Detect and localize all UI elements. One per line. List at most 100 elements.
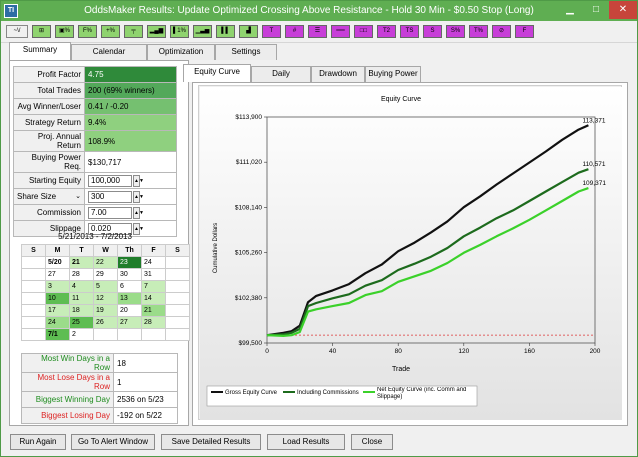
w-zigzag-icon[interactable]: ~\/ — [6, 25, 28, 38]
calendar-empty-cell — [165, 304, 190, 317]
commission-input[interactable]: 7.00 — [88, 206, 132, 219]
chevron-down-icon: ⌄ — [75, 193, 81, 200]
share-size-spinner[interactable]: ▲▼ — [133, 190, 144, 203]
calendar-day-cell[interactable]: 21 — [141, 304, 166, 317]
hz-icon[interactable]: ══ — [331, 25, 350, 38]
calendar-day-cell[interactable]: 27 — [45, 268, 70, 281]
close-button[interactable]: Close — [351, 434, 393, 450]
bar-chart-icon[interactable]: ▂▄▆ — [147, 25, 166, 38]
chart-legend: Gross Equity Curve Including Commissions… — [206, 385, 478, 407]
calendar-day-cell[interactable]: 23 — [117, 256, 142, 269]
calendar-day-cell[interactable]: 7/1 — [45, 328, 70, 341]
t-percent-icon[interactable]: T% — [469, 25, 488, 38]
step-up-icon[interactable]: ▟ — [239, 25, 258, 38]
t-icon[interactable]: T — [262, 25, 281, 38]
save-detailed-results-button[interactable]: Save Detailed Results — [161, 434, 261, 450]
tab-optimization[interactable]: Optimization — [147, 44, 215, 60]
t2-icon[interactable]: T2 — [377, 25, 396, 38]
y-tick-label: $113,900 — [235, 114, 262, 121]
calendar-day-cell[interactable]: 24 — [45, 316, 70, 329]
stat-value: 200 (69% winners) — [84, 82, 177, 99]
window-title: OddsMaker Results: Update Optimized Cros… — [84, 5, 534, 16]
percent-icon[interactable]: ▣% — [55, 25, 74, 38]
calendar-day-cell[interactable]: 10 — [45, 292, 70, 305]
tab-summary[interactable]: Summary — [9, 42, 71, 60]
f-percent-icon[interactable]: F% — [78, 25, 97, 38]
zero-icon[interactable]: ⊘ — [492, 25, 511, 38]
share-size-select[interactable]: Share Size ⌄ — [13, 188, 85, 205]
starting-equity-spinner[interactable]: ▲▼ — [133, 174, 144, 187]
calendar-empty-cell — [165, 292, 190, 305]
calendar-day-cell[interactable]: 20 — [117, 304, 142, 317]
calendar-empty-cell — [21, 328, 46, 341]
y-tick-label: $99,500 — [239, 340, 263, 347]
share-size-row: Share Size ⌄ 300 ▲▼ — [13, 188, 177, 205]
commission-label: Commission — [13, 204, 85, 221]
calendar-day-cell[interactable]: 7 — [141, 280, 166, 293]
calendar-day-cell[interactable]: 31 — [141, 268, 166, 281]
tab-settings[interactable]: Settings — [215, 44, 277, 60]
load-results-button[interactable]: Load Results — [267, 434, 345, 450]
stat-row-buying-power: Buying Power Req. $130,717 — [13, 151, 177, 173]
calendar-day-cell[interactable]: 21 — [69, 256, 94, 269]
calendar-day-cell[interactable]: 6 — [117, 280, 142, 293]
x-tick-label: 80 — [395, 348, 403, 355]
lines-icon[interactable]: ☰ — [308, 25, 327, 38]
ts-icon[interactable]: TS — [400, 25, 419, 38]
tab-calendar[interactable]: Calendar — [71, 44, 147, 60]
stat-row-avg-winner-loser: Avg Winner/Loser 0.41 / -0.20 — [13, 98, 177, 115]
calendar-day-cell[interactable]: 30 — [117, 268, 142, 281]
f-icon[interactable]: F — [515, 25, 534, 38]
calendar-day-cell[interactable]: 5 — [93, 280, 118, 293]
stat-label: Profit Factor — [13, 66, 85, 83]
calendar-day-cell[interactable]: 29 — [93, 268, 118, 281]
bar-arrow-icon[interactable]: ⊞ — [32, 25, 51, 38]
gap-icon[interactable]: ╤ — [124, 25, 143, 38]
y-axis-label: Cumulative Dollars — [213, 223, 219, 273]
tab-daily[interactable]: Daily — [251, 66, 311, 82]
calendar-day-cell[interactable]: 13 — [117, 292, 142, 305]
title-bar[interactable]: TI OddsMaker Results: Update Optimized C… — [1, 1, 637, 21]
legend-label-gross: Gross Equity Curve — [225, 390, 278, 396]
plus-percent-icon[interactable]: +% — [101, 25, 120, 38]
calendar-day-cell[interactable]: 11 — [69, 292, 94, 305]
calendar-day-cell[interactable]: 14 — [141, 292, 166, 305]
streak-value: 18 — [113, 353, 178, 373]
calendar-day-cell[interactable]: 28 — [69, 268, 94, 281]
calendar-day-cell[interactable]: 17 — [45, 304, 70, 317]
commission-spinner[interactable]: ▲▼ — [133, 206, 144, 219]
starting-equity-input[interactable]: 100,000 — [88, 174, 132, 187]
calendar-day-cell[interactable]: 19 — [93, 304, 118, 317]
x-tick-label: 120 — [458, 348, 469, 355]
maximize-button[interactable]: □ — [583, 1, 609, 19]
bars-icon[interactable]: ▌▌ — [216, 25, 235, 38]
calendar-day-cell[interactable]: 27 — [117, 316, 142, 329]
calendar-day-cell[interactable]: 3 — [45, 280, 70, 293]
streak-value: 1 — [113, 372, 178, 392]
dash-icon[interactable]: □□ — [354, 25, 373, 38]
go-to-alert-window-button[interactable]: Go To Alert Window — [71, 434, 155, 450]
close-window-button[interactable]: ✕ — [609, 1, 637, 19]
minimize-button[interactable]: ▁ — [557, 1, 583, 19]
calendar-day-cell[interactable]: 18 — [69, 304, 94, 317]
calendar-day-cell[interactable]: 4 — [69, 280, 94, 293]
ten-percent-icon[interactable]: ▌1% — [170, 25, 189, 38]
calendar-empty-cell — [21, 280, 46, 293]
calendar-day-cell[interactable]: 26 — [93, 316, 118, 329]
calendar-day-cell[interactable]: 25 — [69, 316, 94, 329]
calendar-day-cell[interactable]: 28 — [141, 316, 166, 329]
tab-equity-curve[interactable]: Equity Curve — [183, 64, 251, 82]
sigma-icon[interactable]: S — [423, 25, 442, 38]
th-icon[interactable]: # — [285, 25, 304, 38]
calendar-day-cell[interactable]: 24 — [141, 256, 166, 269]
s-percent-icon[interactable]: S% — [446, 25, 465, 38]
steps-icon[interactable]: ▁▃▅ — [193, 25, 212, 38]
calendar-day-cell[interactable]: 2 — [69, 328, 94, 341]
run-again-button[interactable]: Run Again — [10, 434, 66, 450]
calendar-day-cell[interactable]: 5/20 — [45, 256, 70, 269]
tab-buying-power[interactable]: Buying Power — [365, 66, 421, 82]
share-size-input[interactable]: 300 — [88, 190, 132, 203]
calendar-day-cell[interactable]: 12 — [93, 292, 118, 305]
tab-drawdown[interactable]: Drawdown — [311, 66, 365, 82]
calendar-day-cell[interactable]: 22 — [93, 256, 118, 269]
